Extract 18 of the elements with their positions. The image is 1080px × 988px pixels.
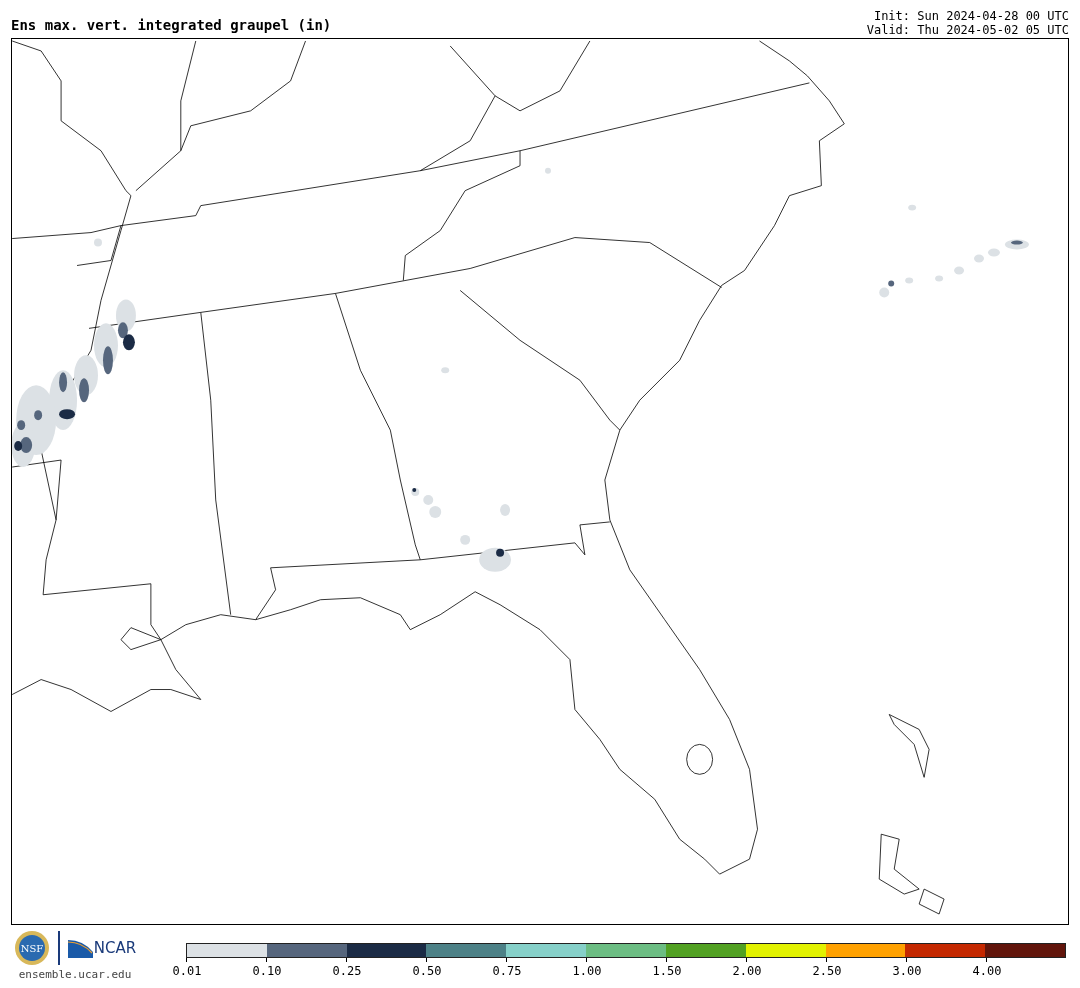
tick-label: 0.01 [172, 964, 202, 978]
tick-label: 0.10 [252, 964, 282, 978]
nsf-logo-icon: NSF [13, 930, 50, 966]
tick-label: 0.50 [412, 964, 442, 978]
tick-label: 4.00 [972, 964, 1002, 978]
tick-label: 1.50 [652, 964, 682, 978]
init-time: Init: Sun 2024-04-28 00 UTC [873, 9, 1069, 23]
tick-label: 0.25 [332, 964, 362, 978]
ncar-swoosh-icon [67, 938, 93, 958]
website-url: ensemble.ucar.edu [18, 968, 132, 981]
tick-label: 3.00 [892, 964, 922, 978]
tick-label: 1.00 [572, 964, 602, 978]
tick-label: 2.00 [732, 964, 762, 978]
tick-label: 2.50 [812, 964, 842, 978]
valid-time: Valid: Thu 2024-05-02 05 UTC [866, 23, 1069, 37]
tick-label: 0.75 [492, 964, 522, 978]
ncar-logo-text: NCAR [93, 939, 137, 957]
chart-title: Ens max. vert. integrated graupel (in) [11, 17, 332, 35]
